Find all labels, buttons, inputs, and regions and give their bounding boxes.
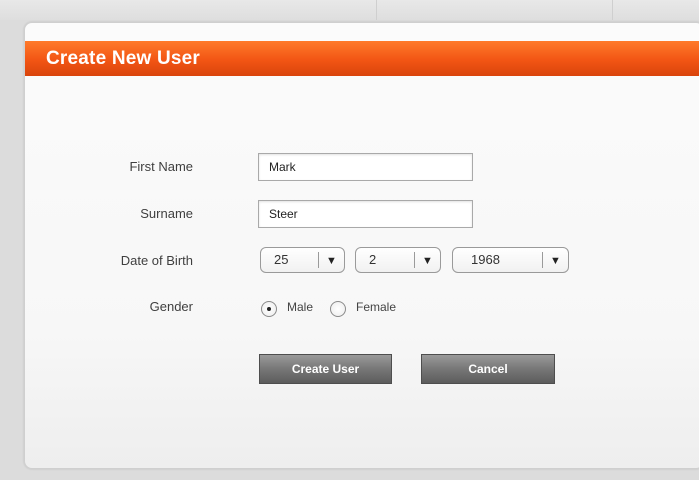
gender-option-male[interactable]: Male [261, 300, 321, 317]
radio-selected-dot [267, 307, 271, 311]
select-divider [414, 252, 415, 268]
dob-month-select[interactable]: 2 ▼ [355, 247, 441, 273]
surname-label: Surname [140, 206, 193, 221]
chevron-down-icon[interactable]: ▼ [326, 249, 337, 273]
dob-day-select[interactable]: 25 ▼ [260, 247, 345, 273]
create-user-button[interactable]: Create User [259, 354, 392, 384]
gender-option-female[interactable]: Female [330, 300, 410, 317]
dob-day-value: 25 [274, 252, 289, 267]
background-divider [376, 0, 377, 20]
surname-field[interactable]: Steer [258, 200, 473, 228]
create-user-dialog: Create New User First Name Mark Surname … [24, 22, 699, 469]
chevron-down-icon[interactable]: ▼ [422, 249, 433, 273]
select-divider [318, 252, 319, 268]
background-strip [0, 0, 699, 20]
gender-female-label: Female [356, 300, 397, 314]
date-of-birth-label: Date of Birth [120, 253, 193, 268]
select-divider [542, 252, 543, 268]
gender-male-label: Male [287, 300, 314, 314]
radio-male[interactable] [261, 301, 277, 317]
dob-year-value: 1968 [471, 252, 500, 267]
dialog-title: Create New User [46, 48, 201, 69]
chevron-down-icon[interactable]: ▼ [550, 249, 561, 273]
dialog-header: Create New User [25, 41, 699, 76]
gender-label: Gender [149, 299, 193, 314]
dob-month-value: 2 [369, 252, 377, 267]
first-name-field[interactable]: Mark [258, 153, 473, 181]
dob-year-select[interactable]: 1968 ▼ [452, 247, 569, 273]
cancel-button[interactable]: Cancel [421, 354, 555, 384]
first-name-label: First Name [129, 159, 193, 174]
radio-female[interactable] [330, 301, 346, 317]
background-divider [612, 0, 613, 20]
